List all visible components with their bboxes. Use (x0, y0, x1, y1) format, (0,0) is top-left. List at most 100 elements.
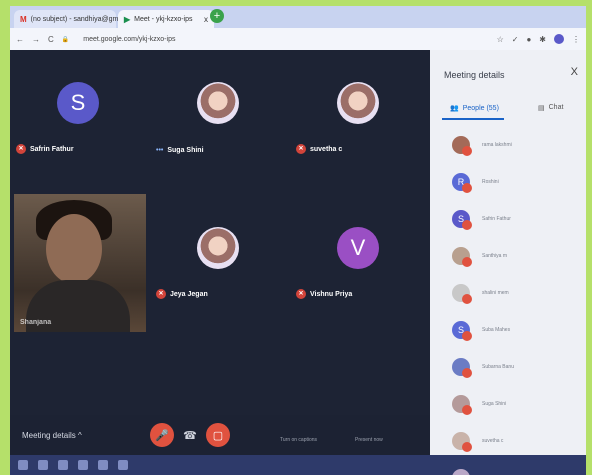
panel-title: Meeting details (444, 70, 505, 80)
participant-name: ✕ suvetha c (296, 144, 342, 154)
list-item[interactable]: rama lakshmi (430, 126, 586, 163)
hangup-button[interactable]: ☎ (178, 423, 202, 447)
back-icon[interactable]: ← (16, 35, 24, 44)
phone-icon: ☎ (183, 429, 197, 442)
mic-off-icon: ✕ (156, 289, 166, 299)
forward-icon[interactable]: → (32, 35, 40, 44)
camera-button[interactable]: ▢ (206, 423, 230, 447)
browser-tabbar: M (no subject) - sandhiya@gma x ▶ Meet -… (10, 6, 586, 28)
new-tab-button[interactable]: + (210, 9, 224, 23)
participant-tile[interactable]: V ✕ Vishnu Priya (290, 195, 426, 305)
list-item[interactable]: suvetha c (430, 422, 586, 459)
list-item[interactable]: Suga Shini (430, 385, 586, 422)
participant-name: ✕ Safrin Fathur (16, 144, 74, 154)
mic-off-icon (462, 405, 472, 415)
mic-off-icon (462, 368, 472, 378)
list-item[interactable]: Swetha Latha (430, 459, 586, 475)
app-icon[interactable] (38, 460, 48, 470)
mic-off-icon: ✕ (16, 144, 26, 154)
camera-off-icon: ▢ (212, 429, 224, 442)
speaking-icon: ••• (156, 147, 164, 154)
avatar (337, 81, 379, 124)
url-field[interactable]: meet.google.com/ykj-kzxo-ips (83, 36, 175, 43)
list-item[interactable]: shalini mem (430, 274, 586, 311)
tab-label: Meet - ykj-kzxo-ips (134, 15, 193, 23)
participant-tile[interactable]: ••• Suga Shini (150, 50, 286, 160)
mic-off-icon: ✕ (296, 289, 306, 299)
mic-button[interactable]: 🎤 (150, 423, 174, 447)
lock-icon: 🔒 (61, 36, 70, 43)
avatar: V (337, 226, 379, 269)
address-bar: ← → C 🔒 meet.google.com/ykj-kzxo-ips ☆ ✓… (10, 28, 586, 50)
participant-name: Subarna Banu (482, 363, 514, 370)
extension-icon[interactable]: ● (526, 35, 531, 44)
mic-off-icon (462, 257, 472, 267)
mic-off-icon: 🎤 (155, 429, 169, 442)
screen: M (no subject) - sandhiya@gma x ▶ Meet -… (10, 6, 586, 475)
avatar (197, 226, 239, 269)
bookmark-icon[interactable]: ☆ (497, 35, 504, 44)
extensions: ☆ ✓ ● ✱ ⋮ (497, 34, 580, 44)
mic-off-icon: ✕ (296, 144, 306, 154)
list-item[interactable]: S Suba Mahes (430, 311, 586, 348)
tab-label: (no subject) - sandhiya@gma (30, 15, 123, 23)
app-icon[interactable] (58, 460, 68, 470)
participant-tile[interactable]: ✕ Jeya Jegan (150, 195, 286, 305)
mic-off-icon (462, 294, 472, 304)
people-icon: 👥 (450, 105, 459, 112)
avatar: S (57, 81, 99, 124)
participant-name: Santhiya m (482, 252, 508, 259)
people-list: rama lakshmi R Roshini S Safrin Fathur Santhi… (430, 126, 586, 475)
puzzle-icon[interactable]: ✱ (539, 35, 546, 44)
close-icon[interactable]: X (571, 66, 578, 78)
participant-tile[interactable]: ✕ suvetha c (290, 50, 426, 160)
participant-name: Roshini (482, 178, 499, 185)
menu-icon[interactable]: ⋮ (572, 35, 580, 44)
app-icon[interactable] (98, 460, 108, 470)
meeting-details-panel: Meeting details X 👥 People (55) ▤ Chat r… (430, 50, 586, 475)
meeting-controls: Meeting details ^ 🎤 ☎ ▢ Turn on captions… (10, 415, 430, 455)
list-item[interactable]: Subarna Banu (430, 348, 586, 385)
participant-tile[interactable]: S ✕ Safrin Fathur (10, 50, 146, 160)
mic-off-icon (462, 331, 472, 341)
avatar (452, 468, 470, 475)
panel-tabs: 👥 People (55) ▤ Chat (430, 102, 586, 120)
captions-button[interactable]: Turn on captions (280, 437, 317, 443)
tab-chat[interactable]: ▤ Chat (538, 104, 563, 112)
profile-avatar[interactable] (554, 34, 564, 44)
list-item[interactable]: S Safrin Fathur (430, 200, 586, 237)
mic-off-icon (462, 220, 472, 230)
participant-name: ✕ Jeya Jegan (156, 289, 208, 299)
chat-icon: ▤ (538, 105, 545, 112)
mic-off-icon (462, 183, 472, 193)
mic-off-icon (462, 146, 472, 156)
list-item[interactable]: R Roshini (430, 163, 586, 200)
participant-name: shalini mem (482, 289, 509, 296)
gmail-icon: M (20, 14, 27, 24)
check-icon[interactable]: ✓ (512, 35, 519, 44)
avatar (197, 81, 239, 124)
list-item[interactable]: Santhiya m (430, 237, 586, 274)
participant-name: ••• Suga Shini (156, 147, 204, 154)
participant-name: ✕ Vishnu Priya (296, 289, 352, 299)
participant-name: Suga Shini (482, 400, 507, 407)
tab-meet[interactable]: ▶ Meet - ykj-kzxo-ips x (118, 10, 214, 28)
participant-name: rama lakshmi (482, 141, 512, 148)
present-button[interactable]: Present now (355, 437, 383, 443)
tab-gmail[interactable]: M (no subject) - sandhiya@gma x (14, 10, 130, 28)
video-grid: S ✕ Safrin Fathur ••• Suga Shini ✕ suvetha … (10, 50, 430, 460)
app-icon[interactable] (78, 460, 88, 470)
participant-name: suvetha c (482, 437, 504, 444)
participant-video[interactable]: Shanjana (14, 194, 146, 332)
participant-name: Suba Mahes (482, 326, 511, 333)
tab-people[interactable]: 👥 People (55) (450, 104, 499, 113)
participant-name: Shanjana (20, 319, 52, 326)
mic-off-icon (462, 442, 472, 452)
close-icon[interactable]: x (204, 15, 208, 24)
participant-name: Safrin Fathur (482, 215, 511, 222)
meeting-details-button[interactable]: Meeting details ^ (22, 431, 82, 440)
app-icon[interactable] (18, 460, 28, 470)
meet-icon: ▶ (124, 14, 131, 24)
reload-icon[interactable]: C (48, 35, 54, 44)
app-icon[interactable] (118, 460, 128, 470)
